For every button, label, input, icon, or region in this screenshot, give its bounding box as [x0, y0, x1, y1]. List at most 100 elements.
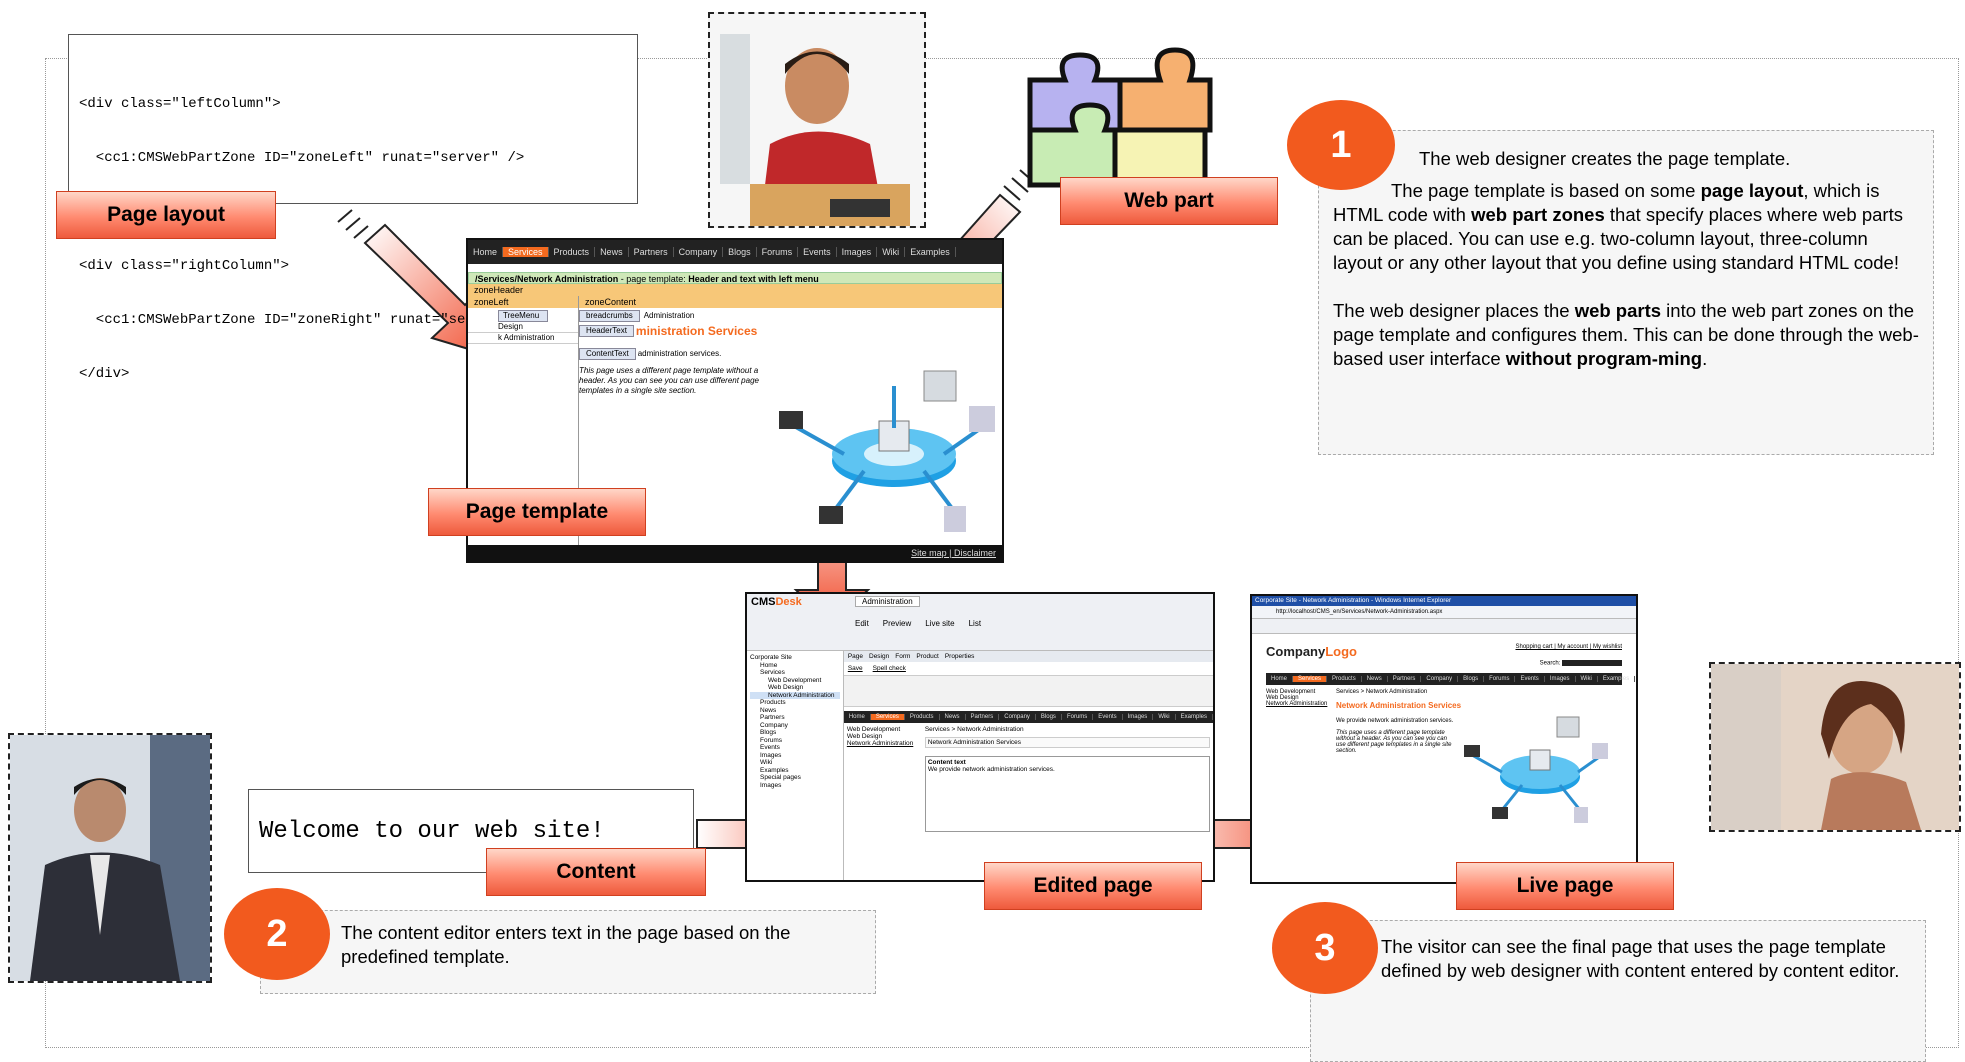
live-page-screenshot: Corporate Site - Network Administration …	[1250, 594, 1638, 884]
nav-item: Images	[837, 247, 878, 257]
subtab[interactable]: Properties	[945, 653, 975, 660]
content-region-label: Content text	[927, 759, 966, 766]
subtab[interactable]: Form	[895, 653, 910, 660]
subtab[interactable]: Design	[869, 653, 889, 660]
zone-content-bar: zoneContent	[579, 296, 1002, 308]
live-left-links: Web Development Web Design Network Admin…	[1266, 689, 1336, 754]
tree-node[interactable]: Web Development	[750, 677, 840, 685]
nav-item[interactable]: Home	[1266, 675, 1294, 682]
tree-node[interactable]: Corporate Site	[750, 654, 840, 662]
nav-item[interactable]: Wiki	[1576, 675, 1598, 682]
save-button[interactable]: Save	[848, 665, 863, 672]
nav-item-active: Services	[870, 714, 905, 720]
edited-tree: Corporate Site Home Services Web Develop…	[747, 651, 844, 880]
nav-item[interactable]: News	[1362, 675, 1388, 682]
tree-node[interactable]: Web Design	[750, 684, 840, 692]
nav-item[interactable]: Company	[1421, 675, 1459, 682]
tree-node[interactable]: Home	[750, 662, 840, 670]
step2-text: The content editor enters text in the pa…	[341, 922, 791, 967]
left-link[interactable]: Network Administration	[847, 740, 919, 747]
nav-item: Products	[549, 247, 596, 257]
edited-site-body: Web Development Web Design Network Admin…	[844, 723, 1213, 835]
footer-links[interactable]: Site map | Disclaimer	[911, 548, 996, 558]
edited-site-nav: Home Services Products News Partners Com…	[843, 711, 1213, 723]
search-label: Search:	[1539, 660, 1561, 667]
nav-item: Blogs	[723, 247, 757, 257]
tree-node[interactable]: Wiki	[750, 759, 840, 767]
content-editor-photo	[8, 733, 212, 983]
edited-content: Services > Network Administration Networ…	[922, 723, 1213, 835]
spellcheck-button[interactable]: Spell check	[873, 665, 906, 672]
subtab[interactable]: Page	[848, 653, 863, 660]
nav-item[interactable]: Events	[1515, 675, 1545, 682]
nav-item[interactable]: Forums	[1484, 675, 1516, 682]
nav-item[interactable]: Blogs	[1458, 675, 1485, 682]
tree-node[interactable]: News	[750, 707, 840, 715]
nav-item: News	[595, 247, 629, 257]
step3-badge: 3	[1272, 902, 1378, 994]
subtab[interactable]: Product	[916, 653, 938, 660]
visitor-photo	[1709, 662, 1961, 832]
step3-text: The visitor can see the final page that …	[1381, 936, 1900, 981]
content-text-webpart: ContentText	[579, 348, 636, 360]
edited-toolbar-right: Administration Edit Preview Live site Li…	[855, 594, 1213, 650]
welcome-text: Welcome to our web site!	[259, 817, 605, 845]
live-italic-note: This page uses a different page template…	[1336, 729, 1452, 754]
left-link[interactable]: Web Design	[847, 733, 919, 740]
tree-menu-webpart: TreeMenu	[498, 310, 548, 322]
tree-node[interactable]: Images	[750, 752, 840, 760]
step1-badge: 1	[1287, 100, 1395, 190]
tree-node[interactable]: Examples	[750, 767, 840, 775]
tree-node[interactable]: Special pages	[750, 774, 840, 782]
nav-item: Events	[1093, 714, 1123, 720]
step1-p2-bold-webparts: web parts	[1574, 300, 1662, 321]
left-link[interactable]: Web Development	[847, 726, 919, 733]
label-edited-page: Edited page	[984, 862, 1202, 910]
nav-item: Home	[468, 247, 504, 257]
cms-desk-logo: CMSDesk	[747, 594, 855, 650]
edited-crumb: Services > Network Administration	[924, 726, 1024, 733]
search-input[interactable]	[1562, 660, 1622, 666]
breadcrumbs-text: Administration	[643, 311, 695, 320]
tree-node[interactable]: Blogs	[750, 729, 840, 737]
tree-node[interactable]: Services	[750, 669, 840, 677]
nav-item: Blogs	[1036, 714, 1062, 720]
template-name: Header and text with left menu	[688, 274, 819, 284]
cart-links[interactable]: Shopping cart | My account | My wishlist	[1516, 644, 1623, 650]
editor-toolbar[interactable]	[843, 675, 1213, 707]
mode-preview[interactable]: Preview	[883, 619, 911, 628]
nav-item[interactable]: Images	[1545, 675, 1576, 682]
ie-address-bar[interactable]: http://localhost/CMS_en/Services/Network…	[1252, 606, 1636, 619]
label-web-part: Web part	[1060, 177, 1278, 225]
tree-node[interactable]: Company	[750, 722, 840, 730]
tree-node[interactable]: Partners	[750, 714, 840, 722]
nav-item[interactable]: Products	[1327, 675, 1362, 682]
step1-paragraph-2: The web designer places the web parts in…	[1333, 299, 1919, 371]
nav-item[interactable]: Examples	[1598, 675, 1636, 682]
nav-item-active[interactable]: Services	[1293, 675, 1328, 682]
step2-badge: 2	[224, 888, 330, 980]
mode-list[interactable]: List	[969, 619, 981, 628]
edited-tab[interactable]: Administration	[855, 596, 920, 607]
template-italic-note: This page uses a different page template…	[579, 366, 759, 395]
nav-item: Wiki	[1153, 714, 1176, 720]
edited-main: Page Design Form Product Properties Save…	[843, 651, 1213, 880]
left-link[interactable]: Network Administration	[1266, 701, 1336, 707]
page-layout-code: <div class="leftColumn"> <cc1:CMSWebPart…	[68, 34, 638, 382]
edited-subtabs: Page Design Form Product Properties	[843, 651, 1213, 662]
tree-node[interactable]: Images	[750, 782, 840, 790]
tree-node-selected[interactable]: Network Administration	[750, 691, 840, 699]
nav-item: Partners	[629, 247, 674, 257]
tree-node[interactable]: Forums	[750, 737, 840, 745]
mode-edit[interactable]: Edit	[855, 619, 869, 628]
live-header-right: Shopping cart | My account | My wishlist…	[1516, 644, 1623, 667]
tree-node[interactable]: Products	[750, 699, 840, 707]
nav-item[interactable]: Partners	[1388, 675, 1422, 682]
tree-node[interactable]: Events	[750, 744, 840, 752]
content-editable-region[interactable]: Content text We provide network administ…	[924, 756, 1210, 832]
edited-header-box[interactable]: Network Administration Services	[924, 737, 1210, 748]
mode-live-site[interactable]: Live site	[925, 619, 954, 628]
edited-toolbar: CMSDesk Administration Edit Preview Live…	[747, 594, 1213, 651]
logo-cms: CMS	[751, 596, 776, 608]
label-content: Content	[486, 848, 706, 896]
